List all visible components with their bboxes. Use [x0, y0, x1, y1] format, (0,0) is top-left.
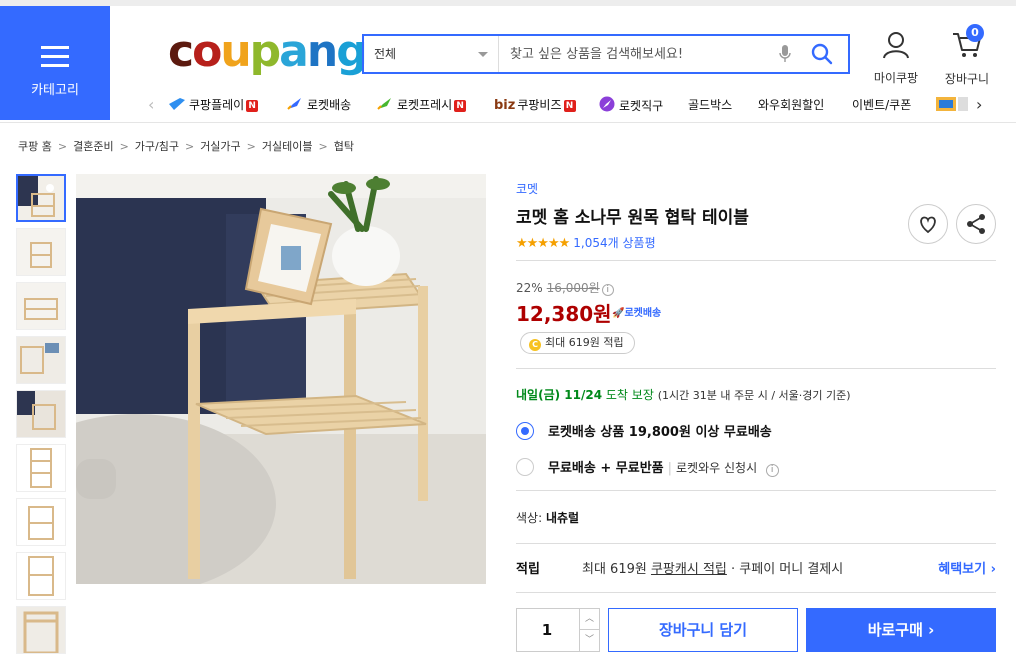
chevron-down-icon [478, 52, 488, 57]
buy-now-button[interactable]: 바로구매 › [806, 608, 996, 652]
mycoupang-label: 마이쿠팡 [873, 71, 919, 85]
microphone-icon[interactable] [778, 44, 792, 68]
main-product-image[interactable] [0, 174, 486, 594]
delivery-detail: (1시간 31분 내 주문 시 / 서울·경기 기준) [657, 389, 851, 402]
breadcrumb-item[interactable]: 쿠팡 홈 [18, 140, 52, 153]
coupang-cash-link[interactable]: 쿠팡캐시 적립 [651, 562, 727, 577]
category-label: 카테고리 [31, 83, 79, 98]
play-icon [168, 97, 186, 111]
delivery-guarantee: 도착 보장 [605, 388, 654, 402]
original-price: 16,000원 [546, 281, 600, 295]
search-icon[interactable] [810, 42, 834, 70]
breadcrumb-item[interactable]: 거실가구 [200, 140, 240, 153]
thumbnail-5[interactable] [16, 390, 66, 438]
thumbnail-8[interactable] [16, 552, 66, 600]
nav-item-goldbox[interactable]: 골드박스 [688, 96, 732, 113]
wishlist-button[interactable] [908, 204, 948, 244]
color-option: 색상: 내츄럴 [516, 511, 580, 525]
radio-selected[interactable] [516, 422, 534, 440]
shipping-option-free[interactable]: 무료배송 + 무료반품 | 로켓와우 신청시 i [516, 457, 779, 477]
rocket-icon [286, 97, 304, 111]
nav-item-rocket[interactable]: 로켓배송 [286, 96, 351, 113]
cart-label: 장바구니 [944, 72, 990, 86]
delivery-info: 내일(금) 11/24 도착 보장 (1시간 31분 내 주문 시 / 서울·경… [516, 386, 851, 403]
quantity-input[interactable]: 1 [517, 609, 577, 651]
delivery-date: 내일(금) 11/24 [516, 388, 603, 402]
divider [516, 260, 996, 261]
divider [516, 368, 996, 369]
thumbnail-2[interactable] [16, 228, 66, 276]
rocket-delivery-badge: 🚀로켓배송 [612, 308, 662, 319]
nav-item-coupangplay[interactable]: 쿠팡플레이 N [168, 96, 259, 113]
info-icon[interactable]: i [765, 464, 779, 477]
brand-link[interactable]: 코멧 [516, 180, 996, 197]
benefits-link[interactable]: 혜택보기 › [938, 558, 996, 577]
search-bar: 전체 [362, 34, 850, 74]
product-info: 코멧 코멧 홈 소나무 원목 협탁 테이블 ★★★★★ 1,054개 상품평 [516, 180, 996, 251]
add-to-cart-button[interactable]: 장바구니 담기 [608, 608, 798, 652]
nav-item-partial-banner[interactable] [936, 96, 968, 114]
divider [516, 490, 996, 491]
coupang-logo[interactable]: coupang [168, 28, 368, 76]
breadcrumb-item[interactable]: 결혼준비 [73, 140, 113, 153]
shipping-option-rocket[interactable]: 로켓배송 상품 19,800원 이상 무료배송 [516, 421, 772, 440]
search-input[interactable] [500, 36, 770, 72]
radio-unselected[interactable] [516, 458, 534, 476]
category-menu-button[interactable]: 카테고리 [0, 6, 110, 120]
heart-icon [909, 216, 947, 247]
chevron-right-icon[interactable]: › [976, 95, 982, 114]
nav-item-rocketfresh[interactable]: 로켓프레시 N [376, 96, 467, 113]
original-price-row: 22% 16,000원 i [516, 279, 614, 296]
breadcrumb: 쿠팡 홈 > 결혼준비 > 가구/침구 > 거실가구 > 거실테이블 > 협탁 [18, 140, 354, 153]
thumbnail-9[interactable] [16, 606, 66, 654]
top-strip [0, 0, 1016, 6]
thumbnail-3[interactable] [16, 282, 66, 330]
nav-item-events[interactable]: 이벤트/쿠폰 [852, 96, 911, 113]
cash-reward-badge: C 최대 619원 적립 [520, 332, 635, 354]
divider [516, 543, 996, 544]
cart-count-badge: 0 [966, 24, 984, 42]
hamburger-icon [41, 46, 69, 73]
thumbnail-7[interactable] [16, 498, 66, 546]
review-count[interactable]: 1,054개 상품평 [573, 236, 655, 250]
share-button[interactable] [956, 204, 996, 244]
rating-stars: ★★★★★ [516, 236, 570, 251]
cart-button[interactable]: 0 장바구니 [938, 24, 996, 87]
reward-row: 적립 최대 619원 쿠팡캐시 적립 · 쿠페이 머니 결제시 혜택보기 › [516, 558, 996, 577]
thumbnail-6[interactable] [16, 444, 66, 492]
divider [516, 592, 996, 593]
cart-icon [951, 33, 983, 64]
thumbnail-4[interactable] [16, 336, 66, 384]
thumbnail-1[interactable] [16, 174, 66, 222]
user-icon [881, 32, 911, 63]
quantity-stepper: 1 ︿ ﹀ [516, 608, 600, 652]
thumbnail-list [16, 174, 68, 660]
category-nav: ‹ 쿠팡플레이 N 로켓배송 로켓프레시 N biz 쿠팡비즈 N 로켓직구 골드박스 … [148, 92, 994, 118]
mycoupang-button[interactable]: 마이쿠팡 [868, 30, 924, 86]
rocket-icon: 🚀 [612, 308, 625, 319]
breadcrumb-item[interactable]: 협탁 [334, 140, 354, 153]
nav-item-wow-discount[interactable]: 와우회원할인 [758, 96, 824, 113]
nav-item-coupangbiz[interactable]: biz 쿠팡비즈 N [494, 96, 576, 113]
chevron-up-icon[interactable]: ︿ [579, 609, 599, 630]
info-icon[interactable]: i [601, 284, 614, 296]
chevron-left-icon[interactable]: ‹ [148, 95, 154, 114]
reward-label: 적립 [516, 562, 540, 577]
discount-rate: 22% [516, 281, 543, 295]
fresh-rocket-icon [376, 97, 394, 111]
breadcrumb-item[interactable]: 가구/침구 [135, 140, 179, 153]
breadcrumb-item[interactable]: 거실테이블 [262, 140, 313, 153]
nav-item-rocketglobal[interactable]: 로켓직구 [598, 96, 663, 114]
header-divider [0, 122, 1016, 123]
coin-icon: C [529, 339, 541, 351]
share-icon [957, 214, 995, 247]
search-category-select[interactable]: 전체 [364, 36, 499, 72]
global-rocket-icon [598, 96, 616, 112]
sale-price: 12,380원 [516, 302, 612, 326]
reward-text: 최대 619원 쿠팡캐시 적립 · 쿠페이 머니 결제시 [582, 562, 844, 577]
chevron-down-icon[interactable]: ﹀ [579, 630, 599, 651]
color-value: 내츄럴 [545, 511, 580, 525]
